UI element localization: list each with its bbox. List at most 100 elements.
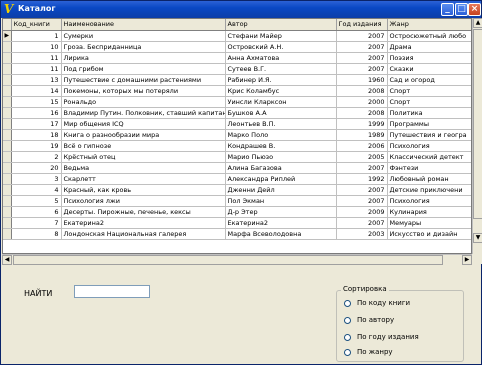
cell-title[interactable]: Ведьма [61, 162, 226, 174]
cell-year[interactable]: 2007 [336, 217, 388, 229]
cell-author[interactable]: Леонтьев В.П. [225, 118, 337, 130]
cell-genre[interactable]: Мемуары [387, 217, 471, 229]
radio-button-icon[interactable] [344, 348, 351, 356]
row-indicator[interactable] [3, 206, 12, 218]
cell-title[interactable]: Лондонская Национальная галерея [61, 228, 226, 240]
cell-author[interactable]: Марфа Всеволодовна [225, 228, 337, 240]
cell-genre[interactable]: Спорт [387, 96, 471, 108]
row-indicator[interactable] [3, 41, 12, 53]
cell-code[interactable]: 11 [11, 63, 62, 75]
cell-author[interactable]: Д-р Этер [225, 206, 337, 218]
cell-title[interactable]: Путешествие с домашними растениями [61, 74, 226, 86]
cell-year[interactable]: 2003 [336, 228, 388, 240]
cell-year[interactable]: 1960 [336, 74, 388, 86]
cell-author[interactable]: Островский А.Н. [225, 41, 337, 53]
table-row[interactable]: 17 Мир общения ICQ Леонтьев В.П. 1999 Програ… [3, 118, 471, 130]
row-indicator[interactable] [3, 195, 12, 207]
table-row[interactable]: 7 Екатерина2 Екатерина2 2007 Мемуары [3, 217, 471, 229]
radio-button-icon[interactable] [344, 333, 351, 341]
title-bar[interactable]: V Каталог _ □ × [1, 1, 481, 18]
scroll-right-icon[interactable]: ▶ [462, 255, 472, 265]
cell-year[interactable]: 1989 [336, 129, 388, 141]
cell-genre[interactable]: Искусство и дизайн [387, 228, 471, 240]
cell-title[interactable]: Покемоны, которых мы потеряли [61, 85, 226, 97]
cell-genre[interactable]: Сад и огород [387, 74, 471, 86]
table-row[interactable]: 4 Красный, как кровь Дженни Дейл 2007 Детски… [3, 184, 471, 196]
cell-year[interactable]: 2007 [336, 195, 388, 207]
sort-option-code[interactable]: По коду книги [344, 298, 410, 308]
row-indicator[interactable] [3, 85, 12, 97]
cell-author[interactable]: Бушков А.А [225, 107, 337, 119]
vertical-scrollbar[interactable]: ▲ ▼ [472, 18, 482, 254]
table-row[interactable]: 8 Лондонская Национальная галерея Марфа Вс… [3, 228, 471, 240]
cell-genre[interactable]: Спорт [387, 85, 471, 97]
scroll-up-icon[interactable]: ▲ [473, 18, 482, 28]
cell-title[interactable]: Всё о гипнозе [61, 140, 226, 152]
cell-genre[interactable]: Психология [387, 140, 471, 152]
cell-author[interactable]: Александра Риплей [225, 173, 337, 185]
sort-option-year[interactable]: По году издания [344, 332, 419, 342]
cell-author[interactable]: Сутеев В.Г. [225, 63, 337, 75]
row-indicator[interactable] [3, 52, 12, 64]
cell-genre[interactable]: Классический детект [387, 151, 471, 163]
row-indicator[interactable] [3, 107, 12, 119]
cell-title[interactable]: Крёстный отец [61, 151, 226, 163]
row-indicator[interactable] [3, 173, 12, 185]
column-header-code[interactable]: Код_книги [11, 19, 62, 31]
current-row-indicator-icon[interactable]: ▶ [3, 30, 12, 42]
table-row[interactable]: 18 Книга о разнообразии мира Марко Поло 198… [3, 129, 471, 141]
sort-option-genre[interactable]: По жанру [344, 347, 393, 357]
cell-author[interactable]: Пол Экман [225, 195, 337, 207]
cell-genre[interactable]: Сказки [387, 63, 471, 75]
cell-code[interactable]: 8 [11, 228, 62, 240]
cell-code[interactable]: 15 [11, 96, 62, 108]
cell-year[interactable]: 1999 [336, 118, 388, 130]
cell-genre[interactable]: Путешествия и геогра [387, 129, 471, 141]
cell-author[interactable]: Анна Ахматова [225, 52, 337, 64]
cell-author[interactable]: Уинсли Кларксон [225, 96, 337, 108]
cell-year[interactable]: 2000 [336, 96, 388, 108]
cell-author[interactable]: Рабинер И.Я. [225, 74, 337, 86]
table-row[interactable]: 3 Скарлетт Александра Риплей 1992 Любовный р… [3, 173, 471, 185]
cell-title[interactable]: Сумерки [61, 30, 226, 42]
cell-title[interactable]: Гроза. Бесприданница [61, 41, 226, 53]
cell-code[interactable]: 16 [11, 107, 62, 119]
cell-code[interactable]: 10 [11, 41, 62, 53]
table-row[interactable]: 11 Под грибом Сутеев В.Г. 2007 Сказки [3, 63, 471, 75]
table-row[interactable]: 2 Крёстный отец Марио Пьюзо 2005 Классически… [3, 151, 471, 163]
cell-code[interactable]: 7 [11, 217, 62, 229]
cell-code[interactable]: 14 [11, 85, 62, 97]
cell-author[interactable]: Стефани Майер [225, 30, 337, 42]
row-indicator[interactable] [3, 140, 12, 152]
table-row[interactable]: 10 Гроза. Бесприданница Островский А.Н. 200… [3, 41, 471, 53]
cell-year[interactable]: 2007 [336, 63, 388, 75]
table-row[interactable]: 15 Рональдо Уинсли Кларксон 2000 Спорт [3, 96, 471, 108]
row-indicator[interactable] [3, 162, 12, 174]
cell-author[interactable]: Алина Багазова [225, 162, 337, 174]
cell-year[interactable]: 2007 [336, 162, 388, 174]
table-row[interactable]: ▶ 1 Сумерки Стефани Майер 2007 Остросюжетный … [3, 30, 471, 42]
cell-code[interactable]: 19 [11, 140, 62, 152]
cell-genre[interactable]: Фэнтези [387, 162, 471, 174]
vertical-scroll-thumb[interactable] [473, 29, 482, 219]
maximize-button[interactable]: □ [455, 3, 468, 16]
cell-code[interactable]: 11 [11, 52, 62, 64]
horizontal-scrollbar[interactable]: ◀ ▶ [2, 254, 472, 265]
row-indicator[interactable] [3, 63, 12, 75]
cell-year[interactable]: 2007 [336, 41, 388, 53]
table-row[interactable]: 11 Лирика Анна Ахматова 2007 Поэзия [3, 52, 471, 64]
cell-genre[interactable]: Программы [387, 118, 471, 130]
cell-genre[interactable]: Психология [387, 195, 471, 207]
cell-code[interactable]: 1 [11, 30, 62, 42]
find-input[interactable] [74, 285, 150, 298]
cell-genre[interactable]: Поэзия [387, 52, 471, 64]
cell-year[interactable]: 2008 [336, 85, 388, 97]
cell-code[interactable]: 13 [11, 74, 62, 86]
horizontal-scroll-thumb[interactable] [13, 255, 443, 265]
cell-code[interactable]: 18 [11, 129, 62, 141]
cell-year[interactable]: 2006 [336, 140, 388, 152]
column-header-year[interactable]: Год издания [336, 19, 388, 31]
row-indicator[interactable] [3, 74, 12, 86]
cell-author[interactable]: Марко Поло [225, 129, 337, 141]
cell-code[interactable]: 4 [11, 184, 62, 196]
